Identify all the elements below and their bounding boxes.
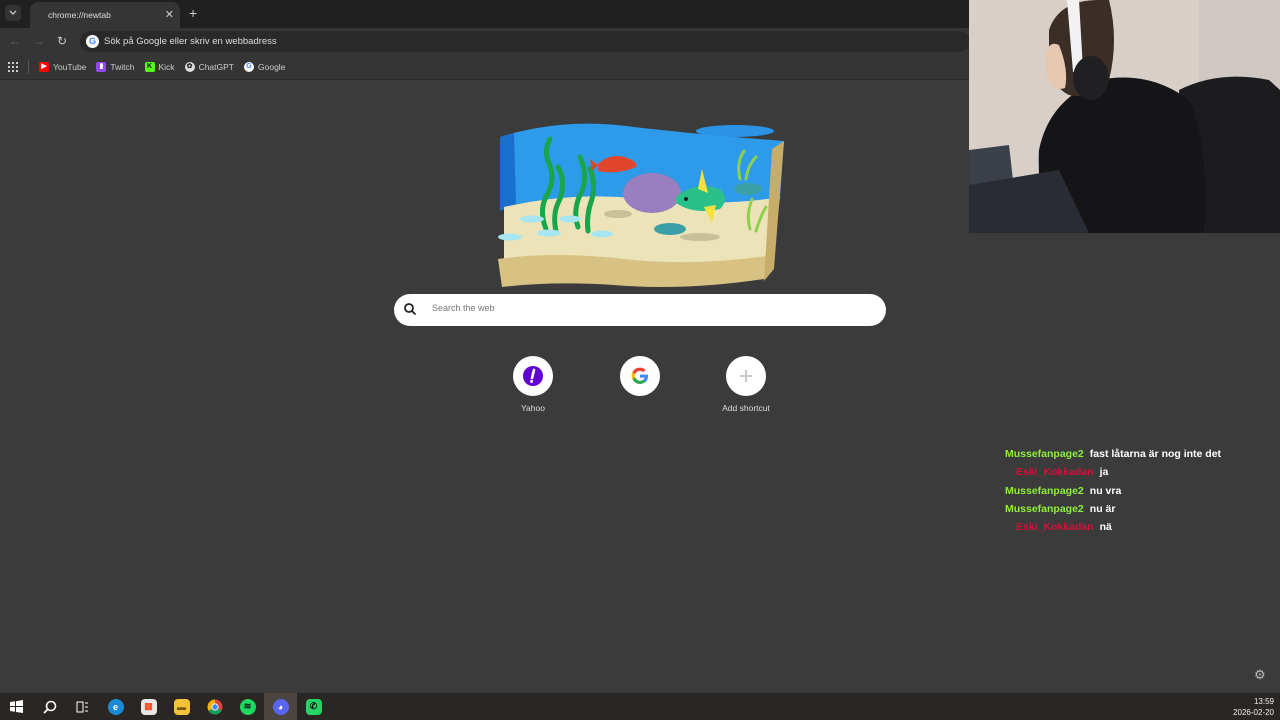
webcam-overlay bbox=[969, 0, 1280, 233]
bookmark-kick[interactable]: K Kick bbox=[144, 62, 175, 72]
chrome-icon bbox=[207, 699, 222, 714]
shortcut-icon-circle bbox=[513, 356, 553, 396]
youtube-icon: ▶ bbox=[39, 62, 49, 72]
shortcut-icon-circle bbox=[726, 356, 766, 396]
taskbar: e ▦ ▬ ≋ ◕ ✆ 13:59 2026-02-20 bbox=[0, 693, 1280, 720]
taskbar-spotify[interactable]: ≋ bbox=[231, 693, 264, 720]
shortcut-google[interactable] bbox=[595, 356, 685, 403]
shortcut-label: Yahoo bbox=[521, 403, 545, 413]
search-input[interactable] bbox=[432, 303, 862, 313]
reload-icon[interactable]: ↻ bbox=[57, 34, 67, 48]
google-icon: G bbox=[244, 62, 254, 72]
bookmark-label: YouTube bbox=[53, 62, 87, 72]
yahoo-icon bbox=[523, 366, 543, 386]
chat-message: Eski_Kokkadan ja bbox=[1005, 466, 1275, 484]
aquarium-doodle[interactable] bbox=[494, 119, 786, 289]
browser-toolbar: ← → ↻ G Sök på Google eller skriv en web… bbox=[0, 28, 970, 55]
tab-strip: chrome://newtab ✕ + bbox=[0, 0, 970, 28]
chat-text: ja bbox=[1099, 466, 1109, 479]
bookmark-label: Twitch bbox=[110, 62, 135, 72]
address-bar-text: Sök på Google eller skriv en webbadress bbox=[104, 36, 277, 47]
chat-username: Eski_Kokkadan bbox=[1016, 466, 1094, 479]
chat-text: fast låtarna är nog inte det bbox=[1089, 448, 1222, 460]
taskbar-search[interactable] bbox=[33, 693, 66, 720]
chevron-down-icon bbox=[9, 10, 17, 15]
tab-search-button[interactable] bbox=[5, 5, 21, 21]
clock-time: 13:59 bbox=[1253, 697, 1274, 706]
search-icon bbox=[404, 303, 417, 316]
discord-icon: ◕ bbox=[272, 698, 289, 715]
edge-icon: e bbox=[107, 698, 124, 715]
chat-message: Mussefanpage2 nu vra bbox=[1005, 485, 1275, 503]
chat-message: Eski_Kokkadan nä bbox=[1005, 521, 1275, 539]
clock-date: 2026-02-20 bbox=[1233, 708, 1274, 717]
spotify-icon: ≋ bbox=[239, 698, 256, 715]
chat-username: Eski_Kokkadan bbox=[1016, 521, 1094, 534]
bookmark-google[interactable]: G Google bbox=[244, 62, 285, 72]
chat-message: Mussefanpage2 nu är bbox=[1005, 503, 1275, 521]
close-icon[interactable]: ✕ bbox=[165, 8, 174, 21]
task-view-icon bbox=[76, 701, 88, 712]
search-icon bbox=[42, 700, 56, 714]
chat-username: Mussefanpage2 bbox=[1005, 484, 1084, 497]
taskbar-edge[interactable]: e bbox=[99, 693, 132, 720]
bookmarks-bar: ▶ YouTube ▮ Twitch K Kick ✿ ChatGPT G Go… bbox=[0, 55, 970, 80]
start-button[interactable] bbox=[0, 693, 33, 720]
chat-text: nä bbox=[1099, 521, 1112, 534]
taskbar-store[interactable]: ▦ bbox=[132, 693, 165, 720]
chat-text: nu är bbox=[1089, 502, 1116, 515]
chat-username: Mussefanpage2 bbox=[1005, 448, 1084, 460]
google-icon bbox=[631, 367, 648, 384]
screen: chrome://newtab ✕ + ← → ↻ G Sök på Googl… bbox=[0, 0, 1280, 720]
webcam-feed bbox=[969, 0, 1280, 233]
forward-icon[interactable]: → bbox=[33, 34, 45, 48]
kick-icon: K bbox=[144, 62, 155, 72]
bookmark-youtube[interactable]: ▶ YouTube bbox=[39, 62, 86, 72]
taskbar-discord[interactable]: ◕ bbox=[264, 693, 297, 720]
bookmark-twitch[interactable]: ▮ Twitch bbox=[96, 62, 135, 72]
gear-icon[interactable]: ⚙ bbox=[1254, 667, 1266, 683]
taskbar-clock[interactable]: 13:59 2026-02-20 bbox=[1233, 696, 1274, 718]
address-bar[interactable]: G Sök på Google eller skriv en webbadres… bbox=[80, 31, 970, 52]
plus-icon bbox=[740, 370, 752, 382]
chat-message: Mussefanpage2 fast låtarna är nog inte d… bbox=[1005, 448, 1275, 466]
stream-chat: Mussefanpage2 fast låtarna är nog inte d… bbox=[1005, 448, 1275, 539]
shortcut-icon-circle bbox=[620, 356, 660, 396]
taskbar-whatsapp[interactable]: ✆ bbox=[297, 693, 330, 720]
task-view-button[interactable] bbox=[66, 693, 99, 720]
apps-grid-icon[interactable] bbox=[8, 62, 18, 72]
shortcut-yahoo[interactable]: Yahoo bbox=[488, 356, 578, 413]
taskbar-chrome[interactable] bbox=[198, 693, 231, 720]
store-icon: ▦ bbox=[140, 698, 157, 715]
chat-text: nu vra bbox=[1089, 484, 1122, 497]
whatsapp-icon: ✆ bbox=[305, 698, 322, 715]
add-shortcut-button[interactable]: Add shortcut bbox=[701, 356, 791, 413]
search-box[interactable] bbox=[394, 294, 886, 326]
bookmark-label: Kick bbox=[158, 62, 175, 72]
bookmarks-separator bbox=[28, 60, 29, 74]
taskbar-file-explorer[interactable]: ▬ bbox=[165, 693, 198, 720]
start-icon bbox=[10, 700, 23, 713]
chat-username: Mussefanpage2 bbox=[1005, 502, 1084, 515]
tab-newtab[interactable]: chrome://newtab ✕ bbox=[30, 2, 180, 28]
google-icon: G bbox=[86, 35, 99, 48]
chatgpt-icon: ✿ bbox=[184, 62, 195, 72]
tab-title: chrome://newtab bbox=[48, 10, 111, 20]
shortcut-label: Add shortcut bbox=[722, 403, 770, 413]
new-tab-button[interactable]: + bbox=[189, 5, 197, 21]
back-icon[interactable]: ← bbox=[9, 34, 21, 48]
file-explorer-icon: ▬ bbox=[173, 698, 190, 715]
bookmark-label: Google bbox=[258, 62, 286, 72]
twitch-icon: ▮ bbox=[96, 62, 107, 72]
bookmark-label: ChatGPT bbox=[198, 62, 234, 72]
bookmark-chatgpt[interactable]: ✿ ChatGPT bbox=[184, 62, 234, 72]
